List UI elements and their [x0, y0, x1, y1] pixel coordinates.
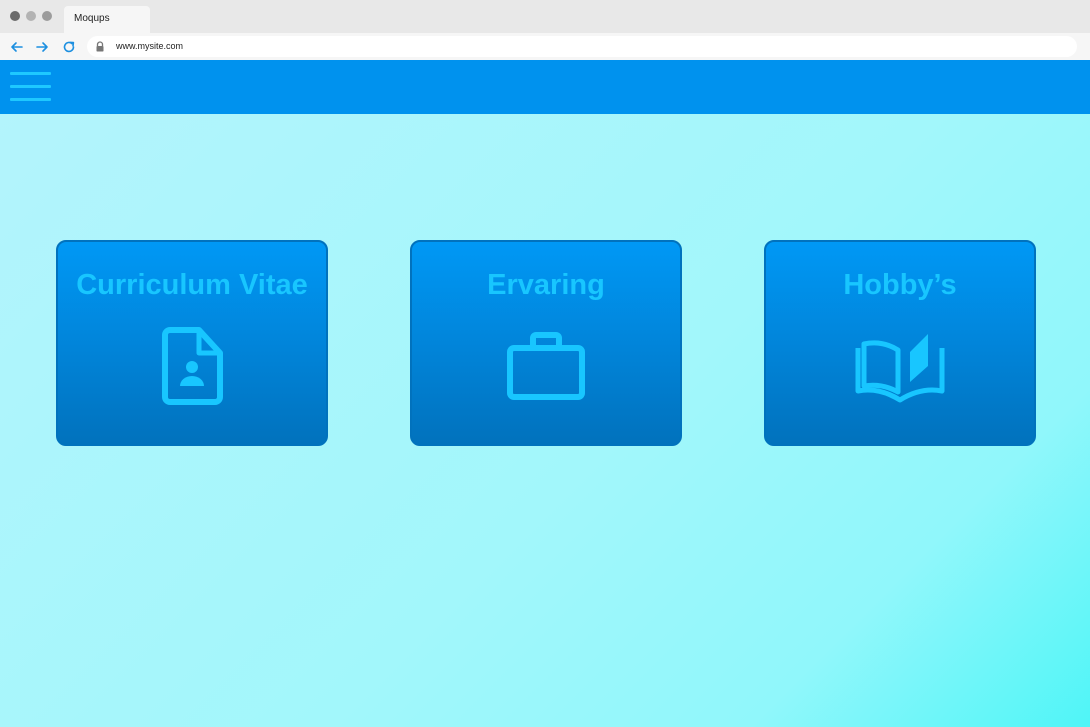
card-title: Curriculum Vitae	[76, 269, 308, 301]
card-icon-wrap	[412, 326, 680, 410]
minimize-window-button[interactable]	[26, 11, 36, 21]
hamburger-menu-icon[interactable]	[10, 72, 51, 102]
reload-icon[interactable]	[61, 39, 77, 55]
card-title: Hobby’s	[843, 269, 957, 301]
address-bar[interactable]: www.mysite.com	[87, 36, 1077, 57]
card-icon-wrap	[58, 326, 326, 410]
tab-title: Moqups	[74, 13, 110, 24]
menu-line	[10, 85, 51, 88]
card-ervaring[interactable]: Ervaring	[410, 240, 682, 446]
maximize-window-button[interactable]	[42, 11, 52, 21]
open-book-icon	[855, 334, 945, 403]
close-window-button[interactable]	[10, 11, 20, 21]
app-header	[0, 60, 1090, 114]
card-curriculum-vitae[interactable]: Curriculum Vitae	[56, 240, 328, 446]
card-title: Ervaring	[487, 269, 605, 301]
url-text: www.mysite.com	[116, 41, 184, 51]
lock-icon	[96, 41, 104, 52]
card-icon-wrap	[766, 326, 1034, 410]
contact-file-icon	[162, 327, 223, 405]
address-row: www.mysite.com	[0, 33, 1090, 60]
browser-tab[interactable]: Moqups	[64, 6, 150, 33]
menu-line	[10, 72, 51, 75]
title-bar: Moqups	[0, 0, 1090, 33]
browser-window: Moqups www.mysite.com Curriculum Vitae E…	[0, 0, 1090, 727]
card-hobbys[interactable]: Hobby’s	[764, 240, 1036, 446]
forward-arrow-icon[interactable]	[34, 39, 50, 55]
main-content: Curriculum Vitae Ervaring Hobby’s	[0, 114, 1090, 727]
briefcase-icon	[507, 332, 585, 400]
back-arrow-icon[interactable]	[9, 39, 25, 55]
menu-line	[10, 98, 51, 101]
